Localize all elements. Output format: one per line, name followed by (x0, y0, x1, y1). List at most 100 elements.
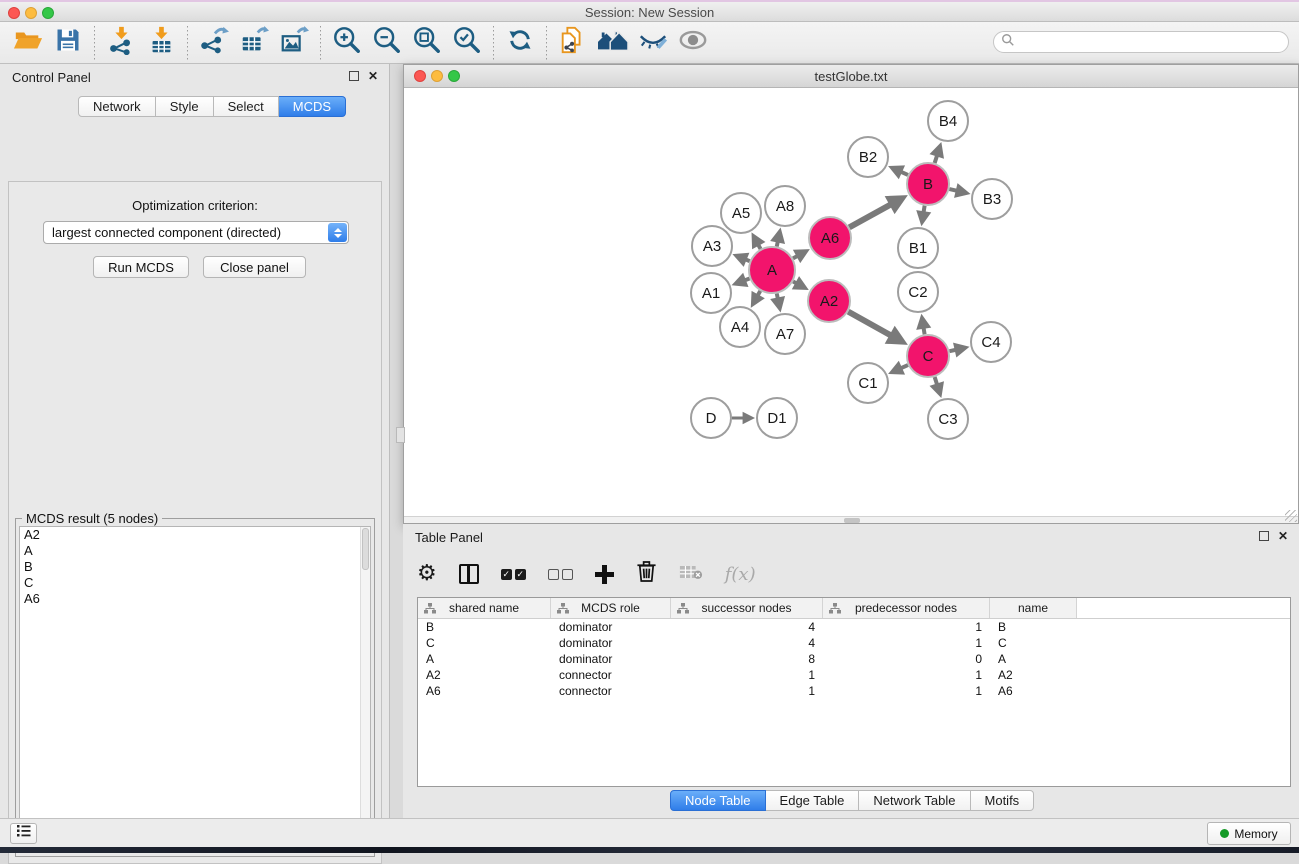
criterion-dropdown[interactable]: largest connected component (directed) (43, 221, 349, 244)
cell-shared-name[interactable]: A2 (418, 668, 551, 682)
graph-edge-B-B3[interactable] (949, 183, 970, 198)
home-view-button[interactable] (593, 25, 633, 61)
zoom-out-button[interactable] (367, 25, 407, 61)
cell-successor-nodes[interactable]: 1 (671, 668, 823, 682)
graph-node-A7[interactable]: A7 (765, 314, 805, 354)
zoom-selected-button[interactable] (447, 25, 487, 61)
tab-select[interactable]: Select (214, 96, 279, 117)
cell-name[interactable]: A6 (990, 684, 1077, 698)
float-table-panel-button[interactable] (1257, 529, 1271, 543)
tab-node-table[interactable]: Node Table (670, 790, 766, 811)
mcds-result-list[interactable]: A2 A B C A6 (19, 526, 371, 853)
cell-name[interactable]: B (990, 620, 1077, 634)
tab-network[interactable]: Network (78, 96, 156, 117)
table-row[interactable]: A dominator 8 0 A (418, 651, 1290, 667)
select-all-columns-button[interactable]: ✓✓ (501, 569, 526, 580)
table-row[interactable]: C dominator 4 1 C (418, 635, 1290, 651)
close-panel-button[interactable]: ✕ (366, 69, 380, 83)
graph-node-B1[interactable]: B1 (898, 228, 938, 268)
cell-predecessor-nodes[interactable]: 0 (823, 652, 990, 666)
export-network-button[interactable] (194, 25, 234, 61)
graph-node-A3[interactable]: A3 (692, 226, 732, 266)
cell-name[interactable]: A2 (990, 668, 1077, 682)
close-table-panel-button[interactable]: ✕ (1276, 529, 1290, 543)
table-row[interactable]: A6 connector 1 1 A6 (418, 683, 1290, 699)
tab-style[interactable]: Style (156, 96, 214, 117)
graph-edge-A-A4[interactable] (751, 291, 765, 308)
tab-network-table[interactable]: Network Table (859, 790, 970, 811)
column-header-shared-name[interactable]: shared name (418, 598, 551, 618)
graph-edge-A-A1[interactable] (732, 273, 750, 287)
search-input[interactable] (1015, 33, 1288, 51)
tab-mcds[interactable]: MCDS (279, 96, 346, 117)
graph-node-C[interactable]: C (907, 335, 949, 377)
resize-grip[interactable] (1285, 510, 1297, 522)
import-network-button[interactable] (101, 25, 141, 61)
close-panel-button-mcds[interactable]: Close panel (203, 256, 306, 278)
import-table-button[interactable] (141, 25, 181, 61)
graph-edge-A-A6[interactable] (793, 249, 810, 263)
graph-edge-C-C1[interactable] (888, 361, 908, 375)
graph-edge-A-A8[interactable] (770, 228, 785, 247)
cell-predecessor-nodes[interactable]: 1 (823, 620, 990, 634)
cell-mcds-role[interactable]: dominator (551, 652, 671, 666)
scrollbar-thumb[interactable] (362, 528, 369, 570)
search-field[interactable] (993, 31, 1289, 53)
show-columns-button[interactable] (459, 564, 479, 584)
cell-predecessor-nodes[interactable]: 1 (823, 636, 990, 650)
cell-name[interactable]: C (990, 636, 1077, 650)
save-session-button[interactable] (48, 25, 88, 61)
cell-shared-name[interactable]: A (418, 652, 551, 666)
graph-node-B3[interactable]: B3 (972, 179, 1012, 219)
show-graphics-details-button[interactable] (673, 25, 713, 61)
cell-mcds-role[interactable]: dominator (551, 620, 671, 634)
graph-edge-D-D1[interactable] (732, 412, 755, 425)
float-panel-button[interactable] (347, 69, 361, 83)
graph-edge-C-C3[interactable] (930, 377, 944, 398)
graph-node-A6[interactable]: A6 (809, 217, 851, 259)
table-row[interactable]: B dominator 4 1 B (418, 619, 1290, 635)
network-canvas[interactable]: AA1A3A5A8A4A7A6A2BB2B4B3B1CC2C4C1C3DD1 (404, 88, 1298, 516)
graph-node-C2[interactable]: C2 (898, 272, 938, 312)
graph-edge-C-C2[interactable] (916, 314, 931, 335)
graph-node-A2[interactable]: A2 (808, 280, 850, 322)
create-column-button[interactable] (595, 565, 614, 584)
column-header-successor-nodes[interactable]: successor nodes (671, 598, 823, 618)
graph-node-C3[interactable]: C3 (928, 399, 968, 439)
memory-button[interactable]: Memory (1207, 822, 1291, 845)
tab-motifs[interactable]: Motifs (971, 790, 1035, 811)
graph-edge-A-A7[interactable] (770, 294, 785, 313)
splitter-handle[interactable] (396, 427, 405, 443)
cell-shared-name[interactable]: B (418, 620, 551, 634)
cell-successor-nodes[interactable]: 4 (671, 636, 823, 650)
column-header-mcds-role[interactable]: MCDS role (551, 598, 671, 618)
graph-node-B2[interactable]: B2 (848, 137, 888, 177)
export-table-button[interactable] (234, 25, 274, 61)
graph-edge-B-B1[interactable] (916, 206, 931, 227)
cell-shared-name[interactable]: C (418, 636, 551, 650)
task-history-button[interactable] (10, 823, 37, 844)
delete-column-button[interactable] (636, 560, 657, 588)
result-item[interactable]: A (20, 543, 370, 559)
unselect-all-columns-button[interactable] (548, 569, 573, 580)
graph-edge-A-A3[interactable] (732, 253, 749, 267)
result-item[interactable]: C (20, 575, 370, 591)
graph-node-D1[interactable]: D1 (757, 398, 797, 438)
column-header-name[interactable]: name (990, 598, 1077, 618)
cell-mcds-role[interactable]: connector (551, 684, 671, 698)
graph-node-A8[interactable]: A8 (765, 186, 805, 226)
export-image-button[interactable] (274, 25, 314, 61)
result-item[interactable]: A6 (20, 591, 370, 607)
network-hscrollbar[interactable] (404, 516, 1298, 523)
result-item[interactable]: B (20, 559, 370, 575)
graph-edge-A-A5[interactable] (752, 232, 766, 249)
run-mcds-button[interactable]: Run MCDS (93, 256, 189, 278)
result-item[interactable]: A2 (20, 527, 370, 543)
network-window-titlebar[interactable]: testGlobe.txt (404, 65, 1298, 88)
cell-successor-nodes[interactable]: 4 (671, 620, 823, 634)
graph-edge-B-B4[interactable] (930, 142, 944, 163)
cell-predecessor-nodes[interactable]: 1 (823, 668, 990, 682)
graph-edge-B-B2[interactable] (888, 165, 908, 179)
result-scrollbar[interactable] (360, 527, 370, 852)
table-row[interactable]: A2 connector 1 1 A2 (418, 667, 1290, 683)
